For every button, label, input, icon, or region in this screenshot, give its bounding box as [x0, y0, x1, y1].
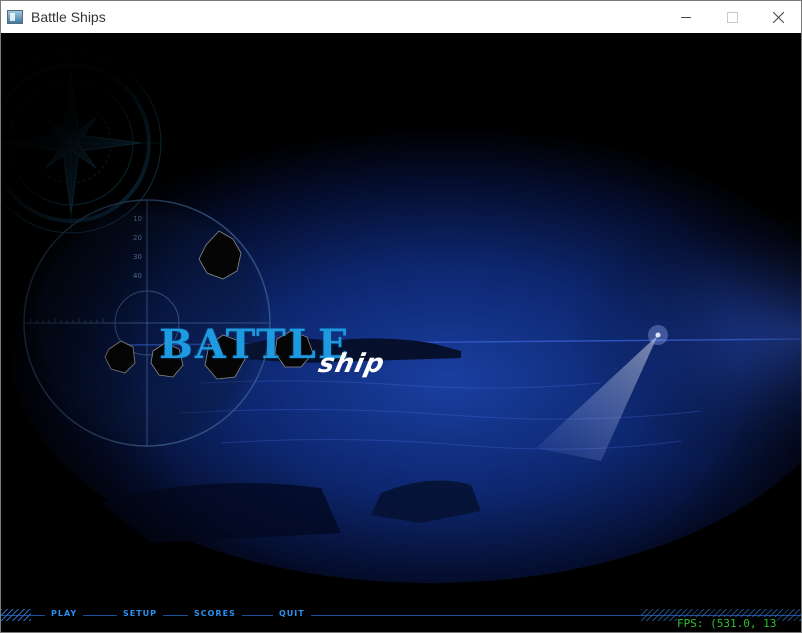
maximize-button[interactable]: [709, 1, 755, 33]
title-bar[interactable]: Battle Ships: [1, 1, 801, 33]
menu-quit-button[interactable]: QUIT: [273, 609, 311, 618]
minimize-icon: [680, 16, 691, 18]
background-scene: 10 20 30 40: [1, 33, 801, 632]
game-logo: BATTLE ship: [159, 321, 388, 379]
menu-play-button[interactable]: PLAY: [45, 609, 84, 618]
close-button[interactable]: [755, 1, 801, 33]
maximize-icon: [726, 11, 738, 23]
menu-setup-button[interactable]: SETUP: [117, 609, 164, 618]
close-icon: [772, 11, 784, 23]
window-controls: [663, 1, 801, 33]
logo-ship-text: ship: [315, 349, 388, 379]
game-canvas[interactable]: 10 20 30 40 BATTLE ship PLAY SETUP: [1, 33, 801, 632]
game-window: Battle Ships BATTLE ship PLAY SETUP SCOR…: [0, 0, 802, 633]
minimize-button[interactable]: [663, 1, 709, 33]
window-title: Battle Ships: [31, 9, 106, 25]
fps-counter: FPS: (531.0, 13: [677, 617, 777, 630]
app-icon: [7, 10, 23, 24]
menu-scores-button[interactable]: SCORES: [188, 609, 242, 618]
menu-hatch-left: [1, 609, 31, 621]
